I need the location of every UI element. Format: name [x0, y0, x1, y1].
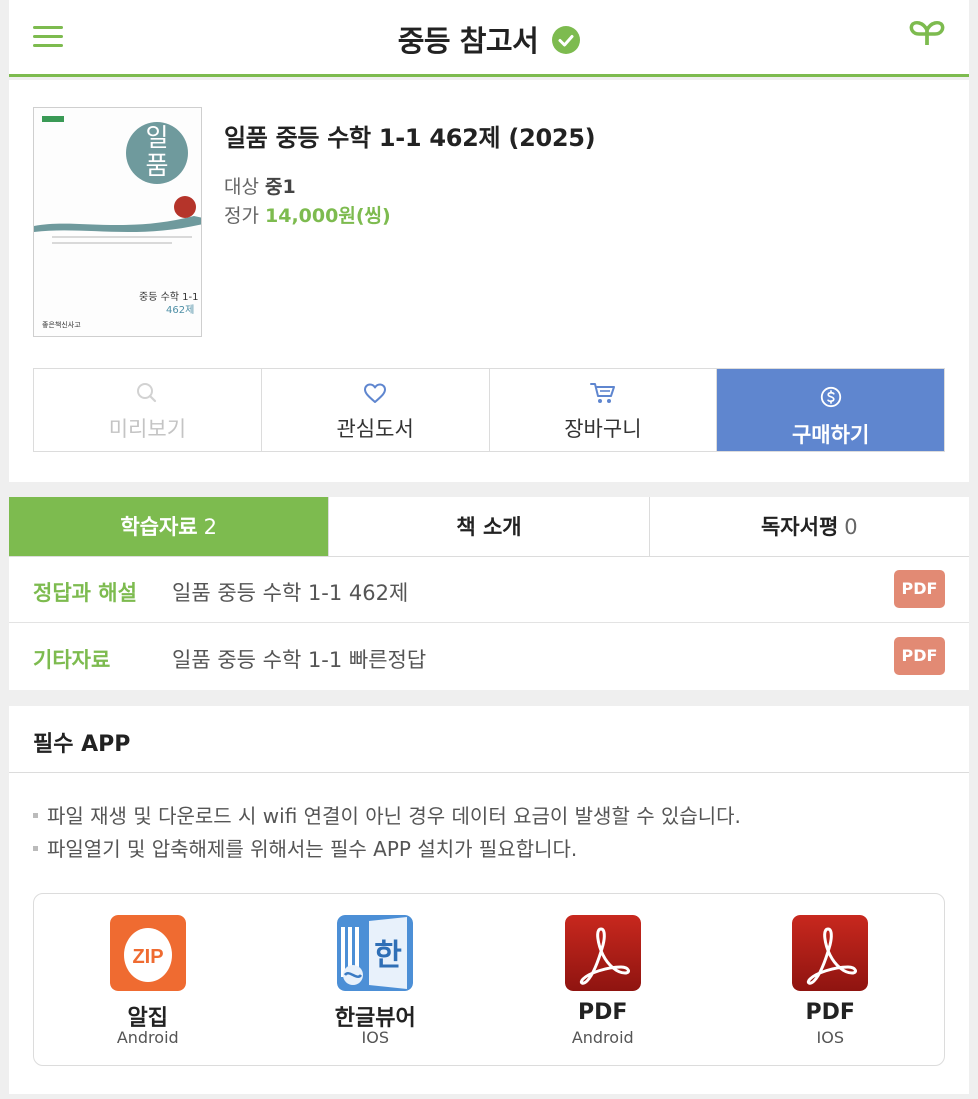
won-coin-icon [820, 386, 841, 408]
svg-text:한: 한 [374, 938, 402, 973]
app-os: IOS [361, 1028, 389, 1047]
app-os: Android [116, 1028, 179, 1047]
app-pdf-ios[interactable]: PDF IOS [717, 894, 945, 1065]
heart-icon [364, 383, 387, 403]
notice-text: 파일열기 및 압축해제를 위해서는 필수 APP 설치가 필요합니다. [47, 837, 578, 861]
app-hangul-viewer-ios[interactable]: 한 한글뷰어 IOS [262, 894, 490, 1065]
cover-publisher-mark [42, 116, 64, 122]
tab-label: 책 소개 [456, 515, 522, 539]
app-os: IOS [816, 1028, 844, 1047]
page-title: 중등 참고서 [9, 18, 969, 60]
cover-text-line [52, 242, 172, 244]
open-book-icon[interactable] [909, 18, 945, 48]
page-title-text: 중등 참고서 [397, 24, 539, 58]
cart-icon [589, 383, 615, 403]
preview-label: 미리보기 [108, 417, 187, 441]
resource-category: 기타자료 [33, 648, 111, 672]
wishlist-button[interactable]: 관심도서 [261, 369, 490, 451]
app-name: PDF [805, 1000, 855, 1025]
tab-count: 0 [844, 515, 858, 539]
resource-name[interactable]: 일품 중등 수학 1-1 빠른정답 [172, 644, 426, 674]
app-pdf-android[interactable]: PDF Android [489, 894, 717, 1065]
hangul-viewer-icon: 한 [337, 915, 414, 991]
notice-item: 파일 재생 및 다운로드 시 wifi 연결이 아닌 경우 데이터 요금이 발생… [33, 800, 741, 829]
action-bar: 미리보기 관심도서 장바구니 구매하기 [33, 368, 945, 452]
cart-button[interactable]: 장바구니 [489, 369, 718, 451]
alzip-icon: ZIP [109, 915, 186, 991]
cover-publisher: 좋은책신사고 [42, 321, 81, 329]
cover-badge [174, 196, 196, 218]
app-os: Android [571, 1028, 634, 1047]
resource-row: 정답과 해설 일품 중등 수학 1-1 462제 PDF [9, 557, 969, 623]
cart-label: 장바구니 [564, 417, 642, 441]
price-value: 14,000원(씽) [265, 205, 391, 227]
check-circle-icon [552, 26, 581, 54]
resource-row: 기타자료 일품 중등 수학 1-1 빠른정답 PDF [9, 624, 969, 690]
acrobat-pdf-icon [564, 915, 641, 991]
cover-wave-graphic [34, 216, 201, 232]
preview-button[interactable]: 미리보기 [34, 369, 262, 451]
notice-item: 파일열기 및 압축해제를 위해서는 필수 APP 설치가 필요합니다. [33, 833, 577, 862]
pdf-download-button[interactable]: PDF [894, 570, 945, 608]
book-detail-section: 일품 중등 수학 1-1 462제 좋은책신사고 일품 중등 수학 1-1 46… [9, 80, 969, 482]
tab-book-intro[interactable]: 책 소개 [329, 497, 650, 556]
buy-label: 구매하기 [791, 423, 870, 447]
book-title: 일품 중등 수학 1-1 462제 (2025) [224, 124, 596, 152]
book-target: 대상 중1 [224, 172, 296, 199]
apps-header: 필수 APP [9, 706, 969, 773]
svg-text:ZIP: ZIP [132, 946, 163, 968]
app-alzip-android[interactable]: ZIP 알집 Android [34, 894, 262, 1065]
price-label: 정가 [224, 205, 259, 227]
resource-category: 정답과 해설 [33, 581, 137, 605]
cover-brand-bubble: 일품 [126, 122, 188, 184]
pdf-download-button[interactable]: PDF [894, 637, 945, 675]
resource-name[interactable]: 일품 중등 수학 1-1 462제 [172, 577, 408, 607]
materials-section: 학습자료 2 책 소개 독자서평 0 정답과 해설 일품 중등 수학 1-1 462… [9, 497, 969, 690]
target-value: 중1 [265, 176, 296, 198]
apps-title: 필수 APP [33, 732, 131, 757]
cover-brand: 일품 [145, 123, 169, 180]
app-name: PDF [578, 1000, 628, 1025]
app-list: ZIP 알집 Android 한 한글뷰어 IOS PDF Android PD… [33, 893, 945, 1066]
cover-count: 462제 [166, 305, 195, 316]
required-apps-section: 필수 APP 파일 재생 및 다운로드 시 wifi 연결이 아닌 경우 데이터… [9, 706, 969, 1094]
book-cover-image[interactable]: 일품 중등 수학 1-1 462제 좋은책신사고 [33, 107, 202, 337]
tab-study-materials[interactable]: 학습자료 2 [9, 497, 330, 556]
top-header: 중등 참고서 [9, 0, 969, 77]
bullet-icon [33, 846, 38, 851]
cover-text-line [52, 236, 192, 238]
target-label: 대상 [224, 176, 259, 198]
buy-button[interactable]: 구매하기 [717, 369, 944, 451]
book-price: 정가 14,000원(씽) [224, 201, 391, 228]
notice-text: 파일 재생 및 다운로드 시 wifi 연결이 아닌 경우 데이터 요금이 발생… [47, 804, 741, 828]
search-icon [137, 383, 157, 403]
acrobat-pdf-icon [792, 915, 869, 991]
tab-label: 독자서평 [760, 515, 839, 539]
bullet-icon [33, 813, 38, 818]
wishlist-label: 관심도서 [336, 417, 414, 441]
tab-count: 2 [203, 515, 217, 539]
tab-bar: 학습자료 2 책 소개 독자서평 0 [9, 497, 969, 557]
tab-label: 학습자료 [120, 515, 198, 539]
tab-reader-reviews[interactable]: 독자서평 0 [650, 497, 969, 556]
